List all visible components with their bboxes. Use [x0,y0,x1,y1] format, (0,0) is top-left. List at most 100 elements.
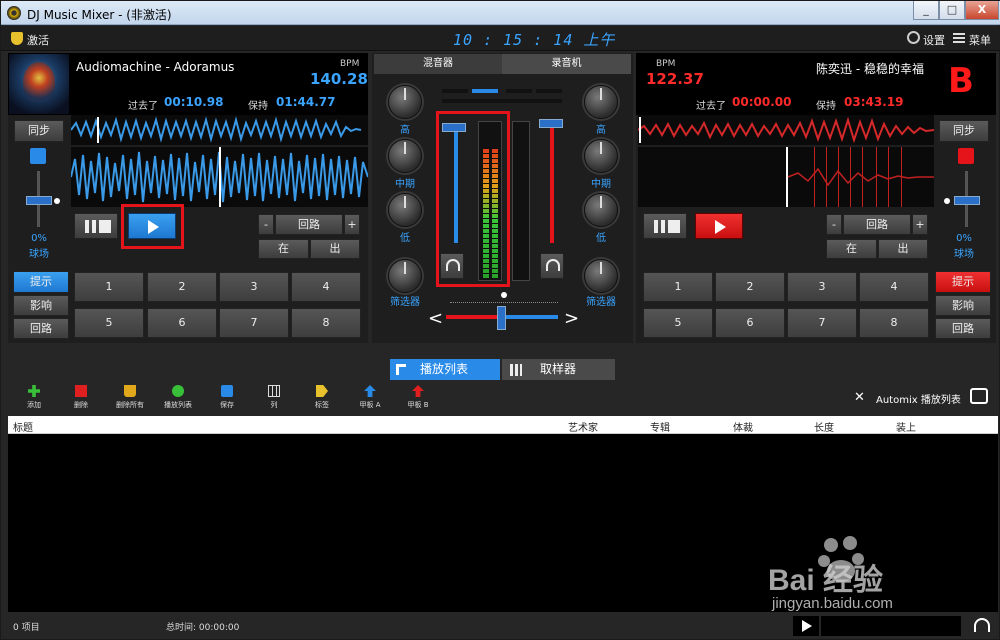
deck-a-effect-button[interactable]: 影响 [13,295,69,316]
deck-b-loop-button[interactable]: 回路 [843,214,911,235]
headphones-icon[interactable] [974,618,990,632]
close-button[interactable]: X [965,1,999,20]
tab-sampler[interactable]: 取样器 [502,359,615,380]
playlist-toolbar: 添加 删除 删除所有 播放列表 保存 列 标签 甲板 A 甲板 B ✕ Auto… [8,381,998,415]
deck-b-loop-minus-button[interactable]: - [826,214,842,235]
deck-b-pause-stop-button[interactable] [643,213,687,239]
deck-a-loop-side-button[interactable]: 回路 [13,318,69,339]
crossfader-left-arrow[interactable]: < [428,308,443,329]
tag-button[interactable]: 标签 [302,385,342,410]
restore-button[interactable]: □ [939,1,965,20]
deck-b-pitch-slider[interactable] [954,196,980,205]
deck-a-loop-button[interactable]: 回路 [275,214,343,235]
total-time: 总时间: 00:00:00 [166,623,240,633]
add-button[interactable]: 添加 [14,385,54,410]
deck-a-pad-4[interactable]: 4 [291,272,361,302]
playlist-button[interactable]: 播放列表 [158,385,198,410]
deck-b-overview-waveform[interactable] [637,115,935,145]
deck-b-effect-button[interactable]: 影响 [935,295,991,316]
column-header-album[interactable]: 专辑 [650,419,670,434]
deck-b-out-button[interactable]: 出 [878,239,928,259]
delete-button[interactable]: 删除 [61,385,101,410]
deck-b-high-knob[interactable] [584,85,618,119]
deck-b-main-waveform[interactable] [638,147,934,207]
menu-button[interactable]: 菜单 [969,32,991,48]
deck-b-remain-label: 保持 [816,101,836,112]
deck-b-mid-knob[interactable] [584,139,618,173]
column-header-loaded[interactable]: 装上 [896,419,916,434]
deck-a-overview-waveform[interactable] [70,115,368,145]
deck-b-elapsed-label: 过去了 [696,101,726,112]
column-header-genre[interactable]: 体裁 [733,419,753,434]
shuffle-icon[interactable]: ✕ [854,390,872,405]
deck-a-pause-stop-button[interactable] [74,213,118,239]
tab-recorder[interactable]: 录音机 [502,54,631,74]
activate-link[interactable]: 激活 [27,32,49,48]
gear-icon[interactable] [907,31,920,44]
deck-a-pad-6[interactable]: 6 [147,308,217,338]
settings-button[interactable]: 设置 [923,32,945,48]
column-header-title[interactable]: 标题 [13,419,33,434]
shield-icon[interactable] [11,32,23,45]
deck-a-pad-1[interactable]: 1 [74,272,144,302]
deck-a-load-button[interactable]: 甲板 A [350,385,390,410]
save-button[interactable]: 保存 [207,385,247,410]
deck-a-out-button[interactable]: 出 [310,239,360,259]
deck-b-pad-6[interactable]: 6 [715,308,785,338]
deck-b-pad-1[interactable]: 1 [643,272,713,302]
hamburger-menu-icon[interactable] [953,33,965,43]
deck-b-remain: 03:43.19 [844,95,904,109]
deck-b-pad-2[interactable]: 2 [715,272,785,302]
deck-a-filter-knob[interactable] [388,259,422,293]
deck-a-main-waveform[interactable] [70,147,369,207]
deck-a-low-knob[interactable] [388,193,422,227]
deck-b-loop-plus-button[interactable]: + [912,214,928,235]
column-header-length[interactable]: 长度 [814,419,834,434]
preview-progress[interactable] [821,616,961,636]
deck-b-volume-slider[interactable] [539,119,563,128]
deck-a-in-button[interactable]: 在 [258,239,309,259]
deck-b-pad-8[interactable]: 8 [859,308,929,338]
deck-b-pad-4[interactable]: 4 [859,272,929,302]
crossfader-slider[interactable] [497,306,506,330]
lock-icon[interactable] [30,148,46,164]
deck-b-play-button[interactable] [695,213,743,239]
deck-a-pad-3[interactable]: 3 [219,272,289,302]
deck-a-pad-7[interactable]: 7 [219,308,289,338]
deck-b-elapsed: 00:00.00 [732,95,792,109]
deck-b-low-knob[interactable] [584,193,618,227]
deck-a-sync-button[interactable]: 同步 [14,120,64,142]
deck-a-pitch-slider[interactable] [26,196,52,205]
deck-b-loop-side-button[interactable]: 回路 [935,318,991,339]
minimize-button[interactable]: _ [913,1,939,20]
deck-b-volume-track [550,125,554,243]
deck-a-cue-button[interactable]: 提示 [13,271,69,293]
deck-a-pad-2[interactable]: 2 [147,272,217,302]
deck-a-high-knob[interactable] [388,85,422,119]
deck-a-pad-5[interactable]: 5 [74,308,144,338]
deck-b-sync-button[interactable]: 同步 [939,120,989,142]
tab-mixer[interactable]: 混音器 [374,54,502,74]
deck-b-filter-knob[interactable] [584,259,618,293]
deck-b-cue-button[interactable]: 提示 [935,271,991,293]
deck-a-loop-minus-button[interactable]: - [258,214,274,235]
lock-icon[interactable] [958,148,974,164]
deck-a-loop-plus-button[interactable]: + [344,214,360,235]
tab-playlist[interactable]: 播放列表 [390,359,500,380]
deck-b-pad-3[interactable]: 3 [787,272,857,302]
pitch-dot-icon [54,198,60,204]
deck-b-in-button[interactable]: 在 [826,239,877,259]
delete-all-button[interactable]: 删除所有 [108,385,152,410]
preview-play-button[interactable] [793,616,819,636]
repeat-icon[interactable] [970,388,988,404]
deck-a-mid-knob[interactable] [388,139,422,173]
column-header-artist[interactable]: 艺术家 [568,419,598,434]
crossfader-right-arrow[interactable]: > [564,308,579,329]
columns-button[interactable]: 列 [254,385,294,410]
automix-button[interactable]: Automix 播放列表 [876,391,961,406]
deck-b-load-button[interactable]: 甲板 B [398,385,438,410]
deck-b-pad-7[interactable]: 7 [787,308,857,338]
deck-a-pad-8[interactable]: 8 [291,308,361,338]
deck-b-headphone-button[interactable] [540,253,564,279]
deck-b-pad-5[interactable]: 5 [643,308,713,338]
